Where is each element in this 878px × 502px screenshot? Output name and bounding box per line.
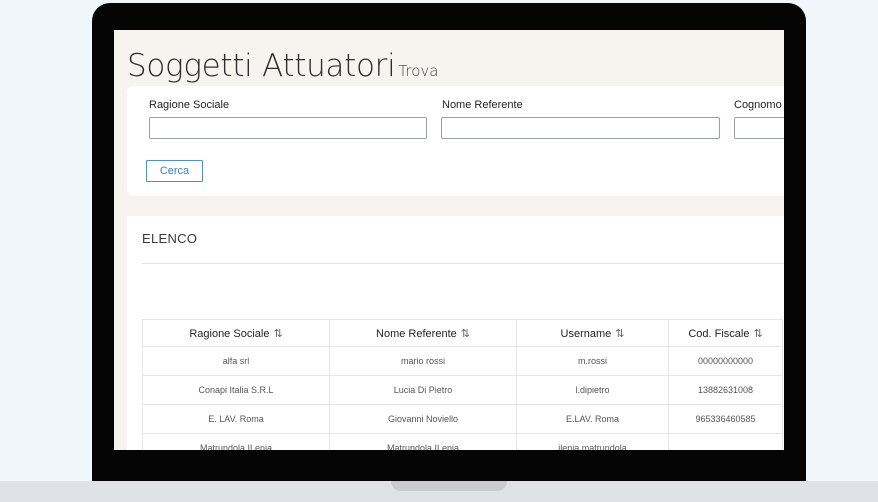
- table-cell: [668, 433, 783, 450]
- list-title: ELENCO: [142, 231, 198, 246]
- table-cell: Matrundola ILenja: [142, 433, 330, 450]
- table-cell: 965336460585: [668, 404, 783, 434]
- nome-referente-label: Nome Referente: [442, 99, 523, 111]
- search-button[interactable]: Cerca: [146, 160, 203, 182]
- laptop-notch: [391, 481, 507, 491]
- column-header-nome-referente[interactable]: Nome Referente ⇅: [329, 319, 517, 347]
- results-table: Ragione Sociale ⇅ Nome Referente ⇅ Usernam…: [142, 319, 783, 450]
- table-cell: ilenja.matrundola: [516, 433, 669, 450]
- table-cell: m.rossi: [516, 346, 669, 376]
- results-panel: ELENCO Ragione Sociale ⇅ Nome Referente ⇅ …: [127, 216, 784, 450]
- sort-arrows-icon[interactable]: ⇅: [461, 328, 470, 340]
- column-header-username[interactable]: Username ⇅: [516, 319, 669, 347]
- table-cell: E. LAV. Roma: [142, 404, 330, 434]
- table-row[interactable]: alfa srl mario rossi m.rossi 00000000000: [142, 346, 783, 376]
- column-header-label: Username: [560, 327, 612, 340]
- table-cell: Matrundola ILenja: [329, 433, 517, 450]
- column-header-ragione-sociale[interactable]: Ragione Sociale ⇅: [142, 319, 330, 347]
- nome-referente-input[interactable]: [441, 117, 720, 139]
- table-row[interactable]: E. LAV. Roma Giovanni Noviello E.LAV. Ro…: [142, 404, 783, 434]
- page-header: Soggetti Attuatori Trova: [127, 48, 438, 84]
- table-cell: l.dipietro: [516, 375, 669, 405]
- table-cell: mario rossi: [329, 346, 517, 376]
- search-panel: Ragione Sociale Nome Referente Cognomo C…: [127, 86, 784, 196]
- page-title: Soggetti Attuatori: [127, 48, 396, 84]
- sort-arrows-icon[interactable]: ⇅: [273, 328, 282, 340]
- table-cell: Giovanni Noviello: [329, 404, 517, 434]
- cognome-input[interactable]: [734, 117, 784, 139]
- table-row[interactable]: Conapi Italia S.R.L Lucia Di Pietro l.di…: [142, 375, 783, 405]
- cognome-label: Cognomo: [734, 99, 782, 111]
- table-header-row: Ragione Sociale ⇅ Nome Referente ⇅ Usernam…: [142, 319, 783, 347]
- table-cell: Lucia Di Pietro: [329, 375, 517, 405]
- sort-arrows-icon[interactable]: ⇅: [615, 328, 624, 340]
- page-subtitle: Trova: [398, 62, 439, 80]
- column-header-label: Ragione Sociale: [189, 327, 270, 340]
- table-cell: alfa srl: [142, 346, 330, 376]
- table-cell: 13882631008: [668, 375, 783, 405]
- table-row[interactable]: Matrundola ILenja Matrundola ILenja ilen…: [142, 433, 783, 450]
- column-header-cod-fiscale[interactable]: Cod. Fiscale ⇅: [668, 319, 783, 347]
- column-header-label: Cod. Fiscale: [688, 327, 750, 340]
- table-cell: E.LAV. Roma: [516, 404, 669, 434]
- table-cell: Conapi Italia S.R.L: [142, 375, 330, 405]
- column-header-label: Nome Referente: [376, 327, 457, 340]
- list-divider: [142, 263, 784, 264]
- screen: Soggetti Attuatori Trova Ragione Sociale …: [114, 30, 784, 450]
- ragione-sociale-input[interactable]: [149, 117, 427, 139]
- ragione-sociale-label: Ragione Sociale: [149, 99, 230, 111]
- table-cell: 00000000000: [668, 346, 783, 376]
- sort-arrows-icon[interactable]: ⇅: [753, 328, 762, 340]
